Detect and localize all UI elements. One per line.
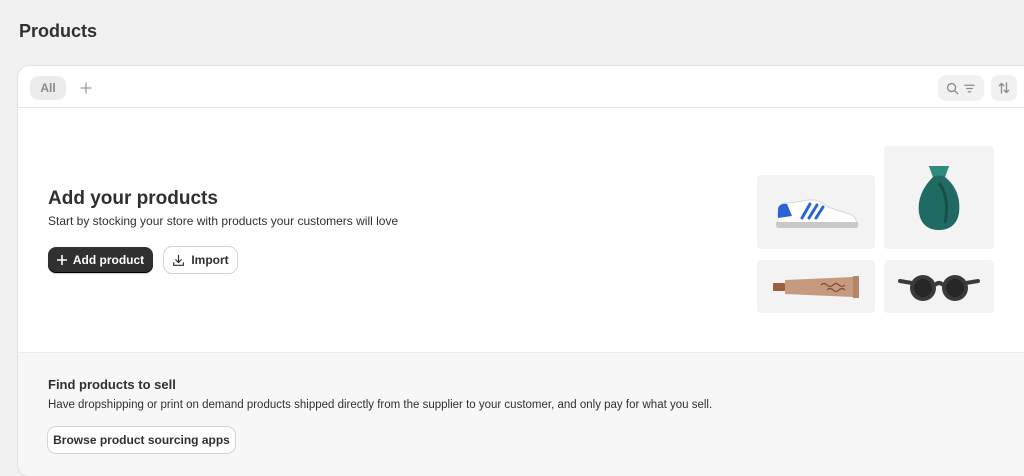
sort-button[interactable] xyxy=(991,75,1017,101)
browse-sourcing-apps-button[interactable]: Browse product sourcing apps xyxy=(48,427,235,453)
add-view-button[interactable] xyxy=(76,76,96,100)
empty-state-description: Start by stocking your store with produc… xyxy=(48,214,399,228)
tube-icon xyxy=(773,275,859,298)
products-card: All Add your products Start by stocking … xyxy=(18,66,1024,476)
search-icon xyxy=(946,82,959,94)
sourcing-section: Find products to sell Have dropshipping … xyxy=(18,352,1024,476)
sort-icon xyxy=(998,82,1010,94)
import-icon xyxy=(173,254,185,266)
filter-icon xyxy=(964,84,975,92)
vase-tile xyxy=(884,146,994,249)
page-title: Products xyxy=(19,21,98,41)
plus-icon xyxy=(56,255,67,265)
import-label: Import xyxy=(191,253,229,267)
search-filter-button[interactable] xyxy=(938,75,984,101)
import-button[interactable]: Import xyxy=(164,247,237,273)
sneaker-icon xyxy=(776,199,858,228)
plus-icon xyxy=(80,82,92,94)
tab-bar: All xyxy=(18,66,1024,108)
sunglasses-icon xyxy=(898,274,980,301)
vase-icon xyxy=(918,165,960,230)
add-product-button[interactable]: Add product xyxy=(48,247,153,273)
tab-all[interactable]: All xyxy=(30,76,66,100)
empty-state-title: Add your products xyxy=(48,188,218,209)
sourcing-description: Have dropshipping or print on demand pro… xyxy=(48,399,713,411)
sunglasses-tile xyxy=(884,260,994,313)
add-product-label: Add product xyxy=(72,253,145,267)
sourcing-title: Find products to sell xyxy=(48,377,176,392)
tube-tile xyxy=(757,260,875,313)
sneaker-tile xyxy=(757,175,875,249)
